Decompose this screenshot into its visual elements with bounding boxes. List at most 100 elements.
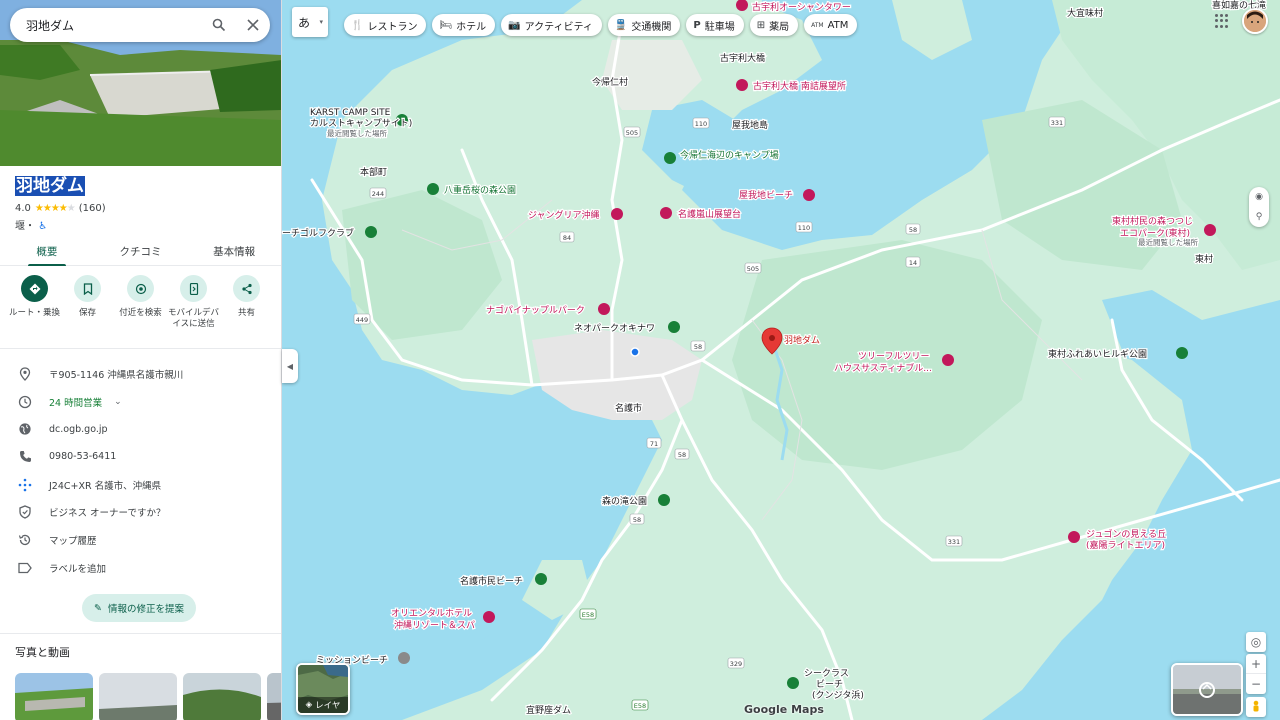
map-label-selected: 羽地ダム: [784, 334, 820, 346]
tab-about[interactable]: 基本情報: [187, 236, 281, 265]
road-shield: 14: [909, 259, 917, 267]
map-label-town: 今帰仁村: [592, 76, 628, 88]
person-icon: ⚲: [1255, 212, 1263, 222]
category-row: 堰・ ♿: [15, 217, 47, 232]
chevron-left-icon: ◀: [286, 361, 294, 371]
map-label-town: 東村: [1195, 253, 1213, 265]
pegman-icon[interactable]: [1246, 697, 1266, 717]
info-hours[interactable]: 24 時間営業 ⌄: [0, 388, 281, 416]
map-label-poi: 名護嵐山展望台: [678, 208, 741, 220]
chip-label: 薬局: [769, 21, 790, 33]
place-tabs: 概要 クチコミ 基本情報: [0, 236, 281, 266]
hours-text: 24 時間営業: [49, 397, 103, 409]
collapse-panel-button[interactable]: ◀: [282, 349, 298, 383]
info-history[interactable]: マップ履歴: [0, 526, 281, 554]
map-label-poi: 古宇利大橋 南詰展望所: [753, 80, 846, 92]
search-box[interactable]: 羽地ダム: [10, 8, 270, 42]
owner-text: ビジネス オーナーですか？: [49, 508, 166, 520]
map-label-poi: ハウスサスティナブル...: [834, 362, 932, 374]
action-label: モバイルデバイスに送信: [167, 308, 219, 329]
map-label-poi: ジュゴンの見える丘: [1086, 528, 1166, 540]
street-view-thumbnail[interactable]: [1171, 663, 1243, 716]
chevron-down-icon: ⌄: [114, 396, 122, 407]
layers-label: レイヤ: [315, 701, 341, 711]
chip-parking[interactable]: P 駐車場: [686, 14, 744, 36]
map-label-poi: 宜野座ダム: [526, 704, 571, 716]
plus-code-icon: [17, 477, 33, 493]
road-shield: 58: [678, 451, 686, 459]
map-label-poi: KARST CAMP SITE: [310, 108, 391, 118]
action-label: ルート・乗換: [8, 308, 60, 318]
directions-button[interactable]: ルート・乗換: [9, 275, 61, 348]
bookmark-icon: [74, 275, 101, 302]
divider: [0, 633, 281, 634]
save-button[interactable]: 保存: [62, 275, 114, 348]
map-canvas[interactable]: 505 110 244 84 449 58 110 505 58 14 331 …: [282, 0, 1280, 720]
info-address[interactable]: 〒905-1146 沖縄県名護市親川: [0, 360, 281, 388]
info-owner[interactable]: ビジネス オーナーですか？: [0, 498, 281, 526]
zoom-in-button[interactable]: +: [1246, 654, 1266, 674]
photo-thumbnail[interactable]: [267, 673, 281, 720]
place-info-list: 〒905-1146 沖縄県名護市親川 24 時間営業 ⌄ dc.ogb.go.j…: [0, 360, 281, 582]
restaurant-icon: 🍴: [351, 19, 364, 31]
chip-pharmacy[interactable]: ⊞ 薬局: [749, 14, 799, 36]
chip-atm[interactable]: ATM ATM: [804, 14, 858, 36]
place-category[interactable]: 堰・: [15, 221, 35, 232]
category-chips: 🍴 レストラン 🛏 ホテル 📷 アクティビティ 🚆 交通機関 P 駐車場 ⊞ 薬局 ATM A…: [344, 14, 858, 36]
avatar[interactable]: [1242, 8, 1268, 34]
tab-reviews[interactable]: クチコミ: [94, 236, 188, 265]
map-label-poi: ジャングリア沖縄: [528, 209, 600, 221]
map-label-poi: 今帰仁海辺のキャンプ場: [680, 149, 779, 161]
tab-overview[interactable]: 概要: [0, 236, 94, 266]
rating-row: 4.0 ★★★★★ (160): [15, 203, 106, 214]
verified-shield-icon: [17, 504, 33, 520]
input-method-button[interactable]: あ ▾: [292, 7, 328, 37]
send-to-phone-button[interactable]: モバイルデバイスに送信: [168, 275, 220, 348]
photo-thumbnail[interactable]: [183, 673, 261, 720]
photo-thumbnail[interactable]: [15, 673, 93, 720]
chip-hotel[interactable]: 🛏 ホテル: [432, 14, 496, 36]
info-website[interactable]: dc.ogb.go.jp: [0, 415, 281, 443]
address-text: 〒905-1146 沖縄県名護市親川: [49, 369, 184, 381]
share-button[interactable]: 共有: [221, 275, 273, 348]
layers-button[interactable]: ◈ レイヤ: [296, 663, 350, 715]
road-shield: 244: [372, 190, 384, 198]
map-label-city: 名護市: [615, 402, 642, 414]
my-location-button[interactable]: ◎: [1246, 632, 1266, 652]
chip-activity[interactable]: 📷 アクティビティ: [501, 14, 602, 36]
apps-grid-icon[interactable]: [1215, 14, 1229, 28]
directions-icon: [21, 275, 48, 302]
star-rating-icon: ★★★★★: [34, 203, 76, 214]
compass-control[interactable]: ◉ ⚲: [1249, 187, 1269, 227]
phone-text: 0980-53-6411: [49, 451, 117, 463]
road-shield: 110: [695, 120, 707, 128]
map-label-town: 本部町: [360, 166, 387, 178]
road-shield: E58: [634, 702, 646, 710]
map-label-recent: 最近閲覧した場所: [1138, 237, 1198, 247]
search-icon[interactable]: [202, 8, 236, 42]
chip-restaurant[interactable]: 🍴 レストラン: [344, 14, 427, 36]
zoom-out-button[interactable]: −: [1246, 674, 1266, 694]
map-label: 屋我地島: [732, 119, 768, 131]
photo-thumbnail[interactable]: [99, 673, 177, 720]
close-icon[interactable]: [236, 8, 270, 42]
road-shield: 449: [356, 316, 368, 324]
search-input[interactable]: 羽地ダム: [26, 17, 202, 34]
chip-transit[interactable]: 🚆 交通機関: [607, 14, 681, 36]
chip-label: ATM: [827, 19, 849, 31]
review-count[interactable]: (160): [79, 203, 106, 214]
suggest-edit-button[interactable]: ✎ 情報の修正を提案: [82, 594, 196, 622]
place-actions: ルート・乗換 保存 付近を検索 モバイルデバイスに送信 共有: [0, 275, 281, 349]
info-pluscode[interactable]: J24C+XR 名護市、沖縄県: [0, 471, 281, 499]
compass-icon: ◉: [1255, 192, 1263, 202]
map-label-town: 大宜味村: [1067, 7, 1103, 19]
label-icon: [17, 560, 33, 576]
nearby-button[interactable]: 付近を検索: [115, 275, 167, 348]
clock-icon: [17, 394, 33, 410]
info-phone[interactable]: 0980-53-6411: [0, 443, 281, 471]
action-label: 付近を検索: [119, 308, 162, 318]
road-shield: 58: [909, 226, 917, 234]
pluscode-text: J24C+XR 名護市、沖縄県: [49, 480, 162, 492]
info-add-label[interactable]: ラベルを追加: [0, 554, 281, 582]
pharmacy-icon: ⊞: [756, 19, 766, 31]
